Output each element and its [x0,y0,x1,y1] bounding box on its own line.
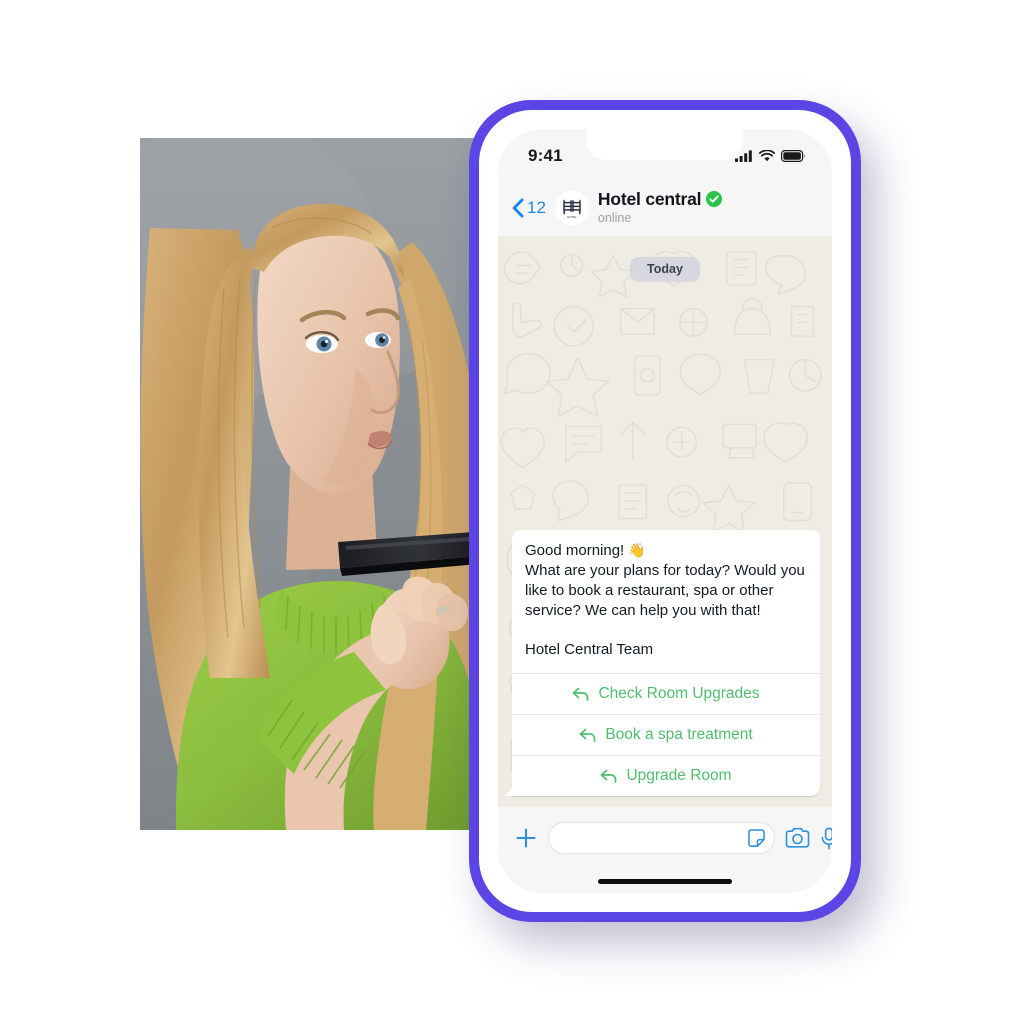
wifi-icon [759,150,775,162]
waving-hand-icon: 👋 [628,542,646,559]
phone-notch [587,129,743,160]
quick-reply-label: Upgrade Room [626,767,732,784]
camera-icon [785,827,810,848]
phone-screen: 9:41 12 HOTEL Hotel central online Today… [498,129,832,893]
phone-frame: 9:41 12 HOTEL Hotel central online Today… [469,100,861,922]
day-divider: Today [630,257,700,281]
day-divider-row: Today [498,257,832,281]
back-button[interactable]: 12 [512,198,546,218]
message-bubble: Good morning! 👋 What are your plans for … [512,530,820,796]
unread-count: 12 [527,197,546,217]
composer-bar [498,807,832,893]
photo-illustration [140,138,500,830]
reply-arrow-icon [579,728,596,742]
attach-button[interactable] [514,826,538,850]
microphone-button[interactable] [820,827,832,850]
phone-bezel: 9:41 12 HOTEL Hotel central online Today… [479,110,851,912]
avatar-caption: HOTEL [567,215,577,219]
message-line-2: What are your plans for today? Would you… [525,562,805,620]
quick-reply-check-room-upgrades[interactable]: Check Room Upgrades [512,673,820,714]
message-input-wrap[interactable] [548,822,775,854]
message-signature: Hotel Central Team [525,641,654,659]
battery-full-icon [781,150,806,162]
message-line-1: Good morning! 👋 [525,541,807,561]
page-title: Hotel central [597,189,702,210]
header-texts: Hotel central online [597,189,723,225]
quick-reply-label: Check Room Upgrades [598,685,760,702]
sticker-icon[interactable] [746,828,767,849]
avatar[interactable]: HOTEL [554,190,589,225]
quick-reply-book-a-spa-treatment[interactable]: Book a spa treatment [512,714,820,755]
composer-row [498,816,832,860]
home-indicator [598,879,732,884]
hotel-bunkbed-icon: HOTEL [563,199,581,219]
chevron-left-icon [512,198,524,217]
verified-check-icon [706,191,723,208]
chat-body[interactable]: Today Good morning! 👋 What are your plan… [498,236,832,807]
quick-reply-upgrade-room[interactable]: Upgrade Room [512,755,820,796]
status-badge: online [597,210,632,225]
status-time: 9:41 [528,146,563,165]
reply-arrow-icon [573,687,589,701]
quick-reply-label: Book a spa treatment [605,726,753,743]
plus-icon [516,828,536,848]
microphone-icon [821,827,832,849]
chat-header: 12 HOTEL Hotel central online [498,179,832,236]
reply-arrow-icon [601,769,617,783]
message-bubble-wrap: Good morning! 👋 What are your plans for … [504,530,820,796]
phone-mockup: 9:41 12 HOTEL Hotel central online Today… [455,84,875,934]
camera-button[interactable] [785,827,810,849]
message-text: Good morning! 👋 What are your plans for … [512,530,820,673]
hero-photo [140,138,500,830]
message-input[interactable] [561,829,746,847]
bubble-tail-icon [504,782,513,796]
message-greeting: Good morning! [525,542,625,560]
header-title-row[interactable]: Hotel central [597,189,723,210]
status-icons [735,150,806,162]
